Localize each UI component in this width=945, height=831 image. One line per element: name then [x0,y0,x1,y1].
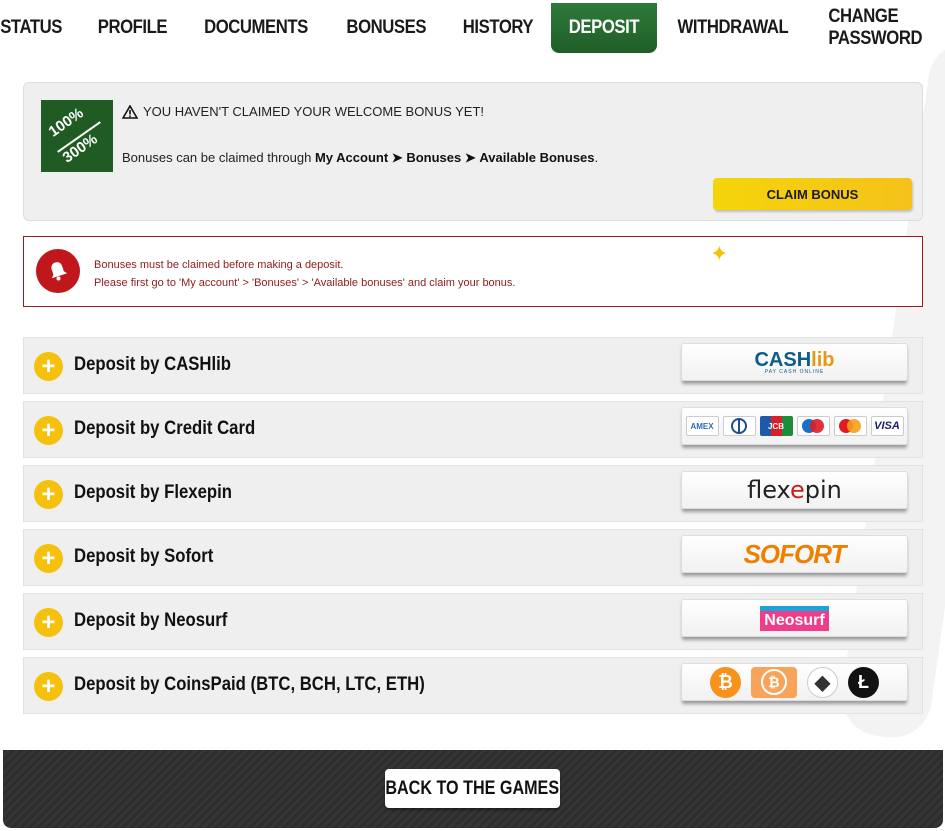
deposit-alert: Bonuses must be claimed before making a … [23,236,923,307]
tab-deposit[interactable]: DEPOSIT [550,3,657,53]
tab-label: DOCUMENTS [204,17,309,38]
info-suffix: . [594,150,599,165]
expand-plus-icon[interactable]: + [34,352,63,381]
tab-label: CHANGE PASSWORD [827,6,922,49]
deposit-label: Deposit by CoinsPaid (BTC, BCH, LTC, ETH… [74,674,425,695]
deposit-row-neosurf[interactable]: + Deposit by Neosurf Neosurf [23,593,923,650]
deposit-row-coinspaid[interactable]: + Deposit by CoinsPaid (BTC, BCH, LTC, E… [23,657,923,714]
footer-bar: BACK TO THE GAMES [3,750,943,828]
account-tabs: STATUS PROFILE DOCUMENTS BONUSES HISTORY… [0,3,941,53]
litecoin-icon: Ł [848,666,879,698]
expand-plus-icon[interactable]: + [34,544,63,573]
amex-icon: AMEX [685,416,719,436]
deposit-row-cashlib[interactable]: + Deposit by CASHlib CASHlib PAY CASH ONL… [23,337,923,394]
path-bonuses: Bonuses [406,150,462,165]
tab-label: WITHDRAWAL [677,17,788,38]
tab-profile[interactable]: PROFILE [80,3,185,53]
bonus-info-text: Bonuses can be claimed through My Accoun… [122,150,598,166]
bitcoin-cash-icon: ₿ [751,666,797,698]
deposit-row-credit-card[interactable]: + Deposit by Credit Card AMEX JCB VISA [23,401,923,458]
claim-bonus-button[interactable]: CLAIM BONUS [713,178,912,210]
tab-history[interactable]: HISTORY [445,3,551,53]
alert-line-2: Please first go to 'My account' > 'Bonus… [94,277,516,289]
info-prefix: Bonuses can be claimed through [122,150,315,165]
page-frame: STATUS PROFILE DOCUMENTS BONUSES HISTORY… [0,0,945,831]
deposit-label: Deposit by CASHlib [74,354,231,375]
bitcoin-icon: ₿ [710,666,741,698]
tab-label: DEPOSIT [568,17,640,38]
sofort-logo[interactable]: SOFORT [681,535,908,573]
expand-plus-icon[interactable]: + [34,608,63,637]
arrow-icon: ➤ [464,150,476,165]
back-to-games-button[interactable]: BACK TO THE GAMES [385,769,560,808]
deposit-row-sofort[interactable]: + Deposit by Sofort SOFORT [23,529,923,586]
path-available-bonuses: Available Bonuses [479,150,595,165]
bonus-warning: YOU HAVEN'T CLAIMED YOUR WELCOME BONUS Y… [122,104,484,119]
credit-cards-logo[interactable]: AMEX JCB VISA [681,407,908,445]
visa-icon: VISA [870,416,904,436]
tab-change-password[interactable]: CHANGE PASSWORD [809,3,941,53]
tab-label: HISTORY [462,17,534,38]
deposit-label: Deposit by Flexepin [74,482,232,503]
diners-club-icon [722,416,756,436]
expand-plus-icon[interactable]: + [34,480,63,509]
bonus-badge: 100% 300% [41,100,113,172]
bell-icon [36,249,80,293]
flexepin-logo[interactable]: flexepin [681,471,908,509]
expand-plus-icon[interactable]: + [34,416,63,445]
warning-triangle-icon [122,104,138,119]
tab-label: BONUSES [346,17,427,38]
warning-text: YOU HAVEN'T CLAIMED YOUR WELCOME BONUS Y… [143,104,485,119]
tab-bonuses[interactable]: BONUSES [328,3,444,53]
deposit-row-flexepin[interactable]: + Deposit by Flexepin flexepin [23,465,923,522]
cashlib-logo[interactable]: CASHlib PAY CASH ONLINE [681,343,908,381]
jcb-icon: JCB [759,416,793,436]
arrow-icon: ➤ [391,150,403,165]
welcome-bonus-panel: 100% 300% YOU HAVEN'T CLAIMED YOUR WELCO… [23,82,923,221]
maestro-icon [796,416,830,436]
back-to-games-label: BACK TO THE GAMES [385,777,560,799]
ethereum-icon: ◆ [807,666,838,698]
deposit-label: Deposit by Credit Card [74,418,256,439]
alert-line-1: Bonuses must be claimed before making a … [94,259,344,271]
deposit-label: Deposit by Sofort [74,546,214,567]
neosurf-logo[interactable]: Neosurf [681,599,908,637]
tab-label: PROFILE [97,17,167,38]
crypto-logo[interactable]: ₿ ₿ ◆ Ł [681,663,908,701]
path-my-account: My Account [314,150,389,165]
tab-status[interactable]: STATUS [0,3,80,53]
tab-withdrawal[interactable]: WITHDRAWAL [657,3,809,53]
tab-label: STATUS [0,17,63,38]
mastercard-icon [833,416,867,436]
deposit-methods-list: + Deposit by CASHlib CASHlib PAY CASH ONL… [23,337,923,721]
tab-documents[interactable]: DOCUMENTS [184,3,328,53]
deposit-label: Deposit by Neosurf [74,610,228,631]
alert-text: Bonuses must be claimed before making a … [94,256,515,292]
expand-plus-icon[interactable]: + [34,672,63,701]
sparkle-icon: ✦ [710,241,729,266]
